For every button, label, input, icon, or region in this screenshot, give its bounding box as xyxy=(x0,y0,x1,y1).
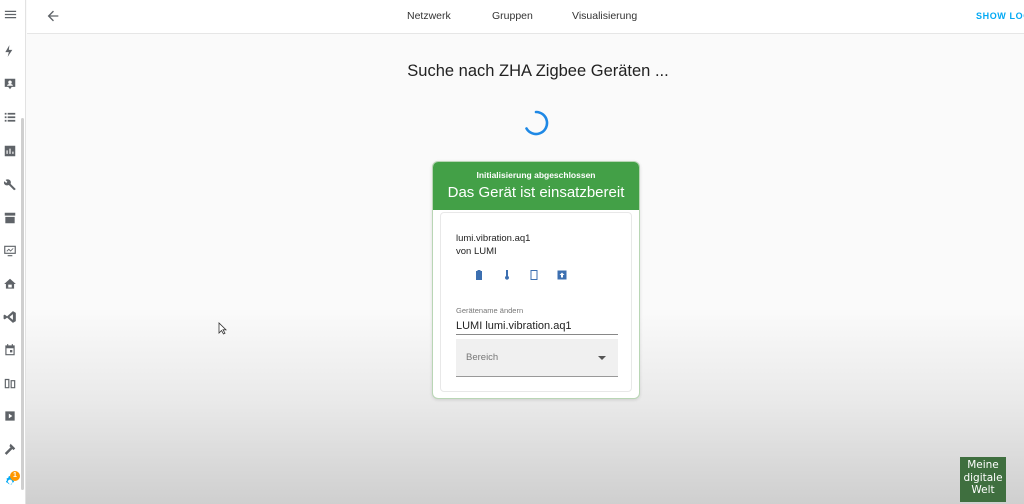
hammer-icon[interactable] xyxy=(2,441,18,457)
menu-icon[interactable] xyxy=(2,6,18,22)
device-card: Initialisierung abgeschlossen Das Gerät … xyxy=(432,161,640,399)
wrench-icon[interactable] xyxy=(2,177,18,193)
chart-icon[interactable] xyxy=(2,143,18,159)
area-placeholder: Bereich xyxy=(466,352,499,363)
device-name-input[interactable] xyxy=(456,317,618,335)
top-bar: Netzwerk Gruppen Visualisierung SHOW LOG… xyxy=(27,0,1024,34)
logo-line-3: Welt xyxy=(971,484,995,496)
rename-label: Gerätename ändern xyxy=(456,306,524,315)
vscode-icon[interactable] xyxy=(2,309,18,325)
calendar-icon[interactable] xyxy=(2,342,18,358)
monitor-icon[interactable] xyxy=(2,243,18,259)
sidebar-scrollbar[interactable] xyxy=(21,118,24,490)
show-logs-button[interactable]: SHOW LOGS xyxy=(976,11,1024,21)
tab-visualisierung[interactable]: Visualisierung xyxy=(572,10,637,22)
page-title: Suche nach ZHA Zigbee Geräten ... xyxy=(407,62,669,80)
battery-icon[interactable] xyxy=(473,268,485,280)
area-select[interactable]: Bereich xyxy=(456,339,618,377)
home-icon[interactable] xyxy=(2,276,18,292)
channel-logo: Meine digitale Welt xyxy=(960,457,1006,502)
device-vendor: von LUMI xyxy=(456,246,497,257)
tab-gruppen[interactable]: Gruppen xyxy=(492,10,533,22)
notification-badge: 1 xyxy=(10,471,20,481)
mouse-cursor-icon xyxy=(218,322,227,335)
media-icon[interactable] xyxy=(2,408,18,424)
battery-icon[interactable] xyxy=(2,375,18,391)
card-title: Das Gerät ist einsatzbereit xyxy=(447,184,625,201)
list-icon[interactable] xyxy=(2,109,18,125)
loading-spinner-icon xyxy=(525,110,549,136)
logo-line-1: Meine xyxy=(967,459,999,471)
device-model: lumi.vibration.aq1 xyxy=(456,233,531,244)
card-header: Initialisierung abgeschlossen Das Gerät … xyxy=(433,162,639,210)
entity-icon[interactable] xyxy=(556,268,568,280)
chevron-down-icon xyxy=(598,356,606,360)
store-icon[interactable] xyxy=(2,210,18,226)
thermometer-icon[interactable] xyxy=(501,268,513,280)
tab-netzwerk[interactable]: Netzwerk xyxy=(407,10,451,22)
card-subtitle: Initialisierung abgeschlossen xyxy=(476,170,596,180)
back-arrow-icon[interactable] xyxy=(45,8,61,24)
lightning-icon[interactable] xyxy=(2,43,18,59)
logo-line-2: digitale xyxy=(963,471,1003,484)
device-info-panel: lumi.vibration.aq1 von LUMI Gerätename ä… xyxy=(440,212,632,392)
device-icon[interactable] xyxy=(528,268,540,280)
